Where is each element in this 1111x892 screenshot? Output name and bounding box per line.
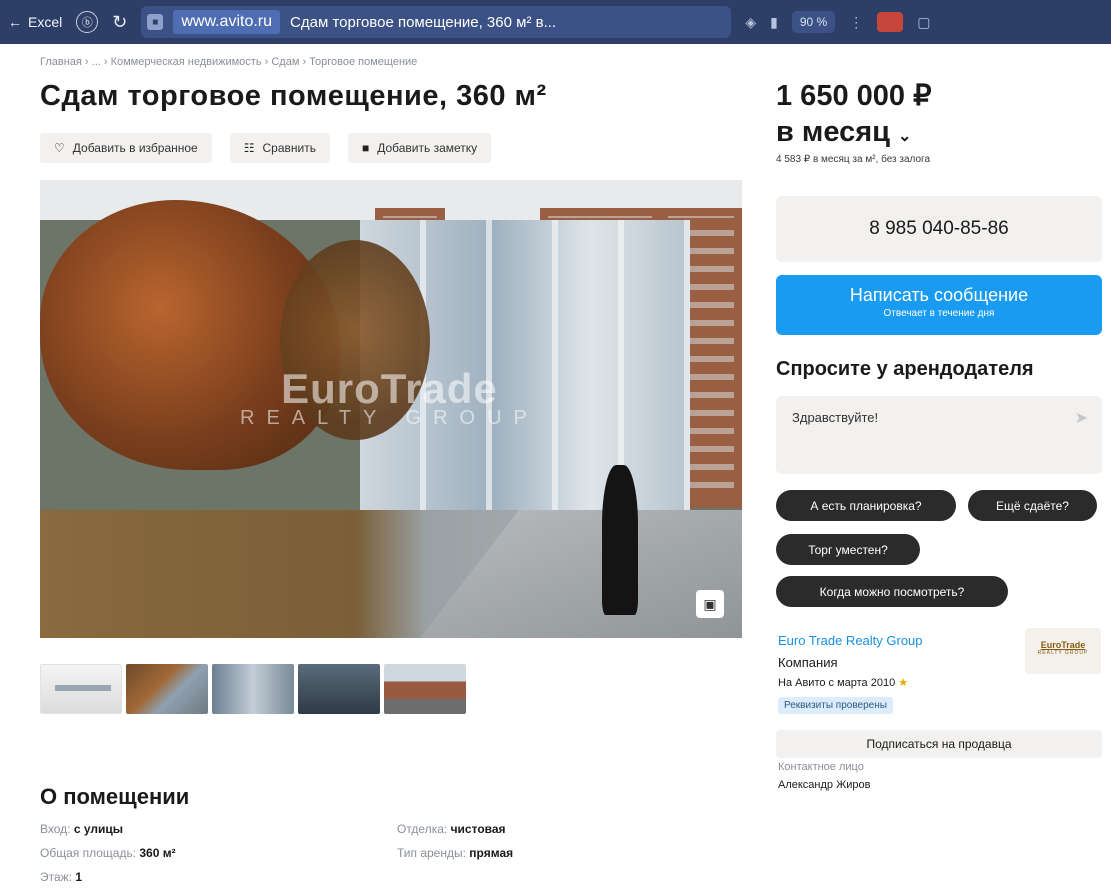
write-message-label: Написать сообщение — [849, 285, 1029, 305]
response-time: Отвечает в течение дня — [883, 308, 995, 319]
param-row: Тип аренды: прямая — [397, 846, 513, 860]
reload-icon[interactable]: ↻ — [112, 12, 127, 33]
price-period: в месяц — [776, 116, 890, 148]
param-value: прямая — [469, 846, 514, 860]
add-favorite-button[interactable]: ♡ Добавить в избранное — [40, 133, 212, 163]
param-key: Этаж: — [40, 870, 73, 884]
ask-title: Спросите у арендодателя — [776, 358, 1034, 380]
medal-icon: ★ — [898, 677, 909, 689]
send-icon[interactable]: ➤ — [1075, 408, 1088, 428]
photo-thumbnails — [40, 664, 466, 714]
contact-person-name: Александр Жиров — [778, 779, 871, 791]
compare-button[interactable]: ☷ Сравнить — [229, 133, 330, 163]
ask-input[interactable]: Здравствуйте! ➤ — [776, 396, 1102, 474]
address-bar[interactable]: ■ www.avito.ru Сдам торговое помещение, … — [141, 6, 732, 38]
quick-question-chip[interactable]: Ещё сдаёте? — [968, 490, 1097, 521]
page-title: Сдам торговое помещение, 360 м² — [40, 80, 547, 112]
param-value: 1 — [75, 870, 83, 884]
tab-title: Сдам торговое помещение, 360 м² в... — [290, 13, 557, 31]
main-photo[interactable]: EuroTrade REALTY GROUP ▣ — [40, 180, 742, 638]
about-title: О помещении — [40, 784, 190, 809]
param-value: с улицы — [73, 822, 123, 836]
quick-question-chip[interactable]: Торг уместен? — [776, 534, 920, 565]
heart-icon: ♡ — [54, 141, 65, 155]
compare-label: Сравнить — [262, 141, 316, 155]
gallery-icon[interactable]: ▣ — [696, 590, 724, 618]
param-key: Отделка: — [397, 822, 448, 836]
zoom-indicator[interactable]: 90 % — [791, 11, 836, 33]
photo-person — [602, 465, 638, 615]
add-note-button[interactable]: ■ Добавить заметку — [347, 133, 492, 163]
thumbnail-photo[interactable] — [126, 664, 208, 714]
note-icon: ■ — [361, 141, 370, 155]
menu-dots-icon[interactable]: ⋮ — [849, 14, 863, 31]
param-key: Общая площадь: — [40, 846, 137, 860]
seller-logo[interactable]: EuroTrade REALTY GROUP — [1025, 628, 1101, 674]
back-label: Excel — [28, 14, 63, 30]
chevron-down-icon: ⌄ — [898, 128, 912, 145]
thumbnail-photo[interactable] — [212, 664, 294, 714]
param-row: Общая площадь: 360 м² — [40, 846, 176, 860]
lock-icon: ■ — [147, 14, 164, 30]
seller-since: На Авито с марта 2010 ★ — [778, 676, 908, 689]
price-note: 4 583 ₽ в месяц за м², без залога — [776, 154, 931, 165]
back-arrow-icon: ← — [8, 14, 22, 30]
param-value: 360 м² — [139, 846, 176, 860]
watermark-main: EuroTrade — [281, 365, 498, 412]
browser-toolbar: ← Excel ⓑ ↻ ■ www.avito.ru Сдам торговое… — [0, 0, 1111, 44]
shield-icon[interactable]: ◈ — [745, 14, 756, 31]
param-value: чистовая — [450, 822, 506, 836]
seller-type: Компания — [778, 655, 838, 670]
url-text[interactable]: www.avito.ru — [173, 10, 281, 34]
panel-icon[interactable]: ▢ — [917, 14, 930, 31]
param-row: Этаж: 1 — [40, 870, 82, 884]
contact-person-label: Контактное лицо — [778, 761, 864, 773]
seller-name-link[interactable]: Euro Trade Realty Group — [778, 633, 923, 648]
back-button[interactable]: ← Excel — [8, 14, 62, 30]
param-key: Вход: — [40, 822, 71, 836]
param-row: Отделка: чистовая — [397, 822, 506, 836]
quick-question-chip[interactable]: А есть планировка? — [776, 490, 956, 521]
price: 1 650 000 ₽ в месяц ⌄ — [776, 78, 932, 155]
param-key: Тип аренды: — [397, 846, 466, 860]
logo-sub: REALTY GROUP — [1037, 650, 1089, 656]
seller-since-text: На Авито с марта 2010 — [778, 677, 896, 689]
verified-badge: Реквизиты проверены — [778, 697, 893, 714]
thumbnail-photo[interactable] — [384, 664, 466, 714]
listing-actions: ♡ Добавить в избранное ☷ Сравнить ■ Доба… — [40, 133, 492, 163]
thumbnail-photo[interactable] — [298, 664, 380, 714]
price-period-selector[interactable]: в месяц ⌄ — [776, 114, 932, 155]
show-phone-button[interactable]: 8 985 040-85-86 — [776, 196, 1102, 262]
extension-icon[interactable] — [877, 12, 904, 32]
logo-main: EuroTrade — [1040, 640, 1086, 650]
ask-input-value: Здравствуйте! — [792, 410, 879, 425]
quick-question-chip[interactable]: Когда можно посмотреть? — [776, 576, 1008, 607]
watermark-sub: REALTY GROUP — [240, 407, 539, 429]
thumbnail-floorplan[interactable] — [40, 664, 122, 714]
reader-icon[interactable]: ⓑ — [76, 11, 99, 33]
subscribe-button[interactable]: Подписаться на продавца — [776, 730, 1102, 758]
price-amount: 1 650 000 ₽ — [776, 80, 932, 112]
photo-watermark: EuroTrade REALTY GROUP — [240, 365, 539, 430]
compare-icon: ☷ — [243, 141, 255, 155]
bookmark-icon[interactable]: ▮ — [770, 14, 778, 31]
breadcrumb[interactable]: Главная › ... › Коммерческая недвижимост… — [40, 56, 417, 68]
write-message-button[interactable]: Написать сообщение Отвечает в течение дн… — [776, 275, 1102, 335]
add-favorite-label: Добавить в избранное — [72, 141, 198, 155]
add-note-label: Добавить заметку — [377, 141, 478, 155]
param-row: Вход: с улицы — [40, 822, 123, 836]
